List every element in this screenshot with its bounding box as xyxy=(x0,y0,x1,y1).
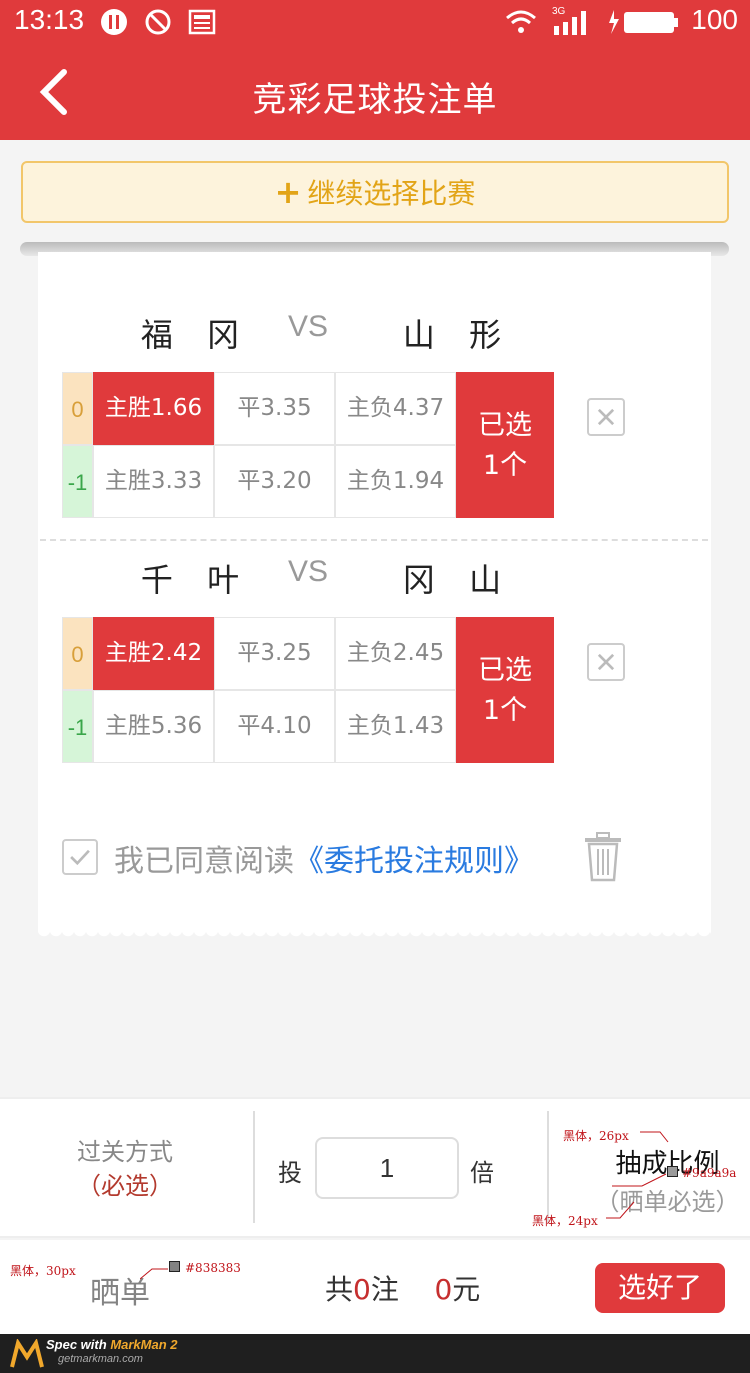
odds-home-win[interactable]: 主胜3.33 xyxy=(93,445,214,518)
continue-select-label: 继续选择比赛 xyxy=(307,177,476,210)
odds-home-lose[interactable]: 主负1.43 xyxy=(335,690,456,763)
markman-label: Spec with MarkMan 2 xyxy=(46,1337,178,1352)
annotation-color-9a9a9a: #9a9a9a xyxy=(682,1166,737,1180)
confirm-button[interactable]: 选好了 xyxy=(595,1263,725,1313)
odds-draw[interactable]: 平3.35 xyxy=(214,372,335,445)
handicap-label: -1 xyxy=(62,445,93,518)
selected-number: 1个 xyxy=(482,450,528,481)
signal-icon xyxy=(554,11,586,35)
odds-draw[interactable]: 平3.25 xyxy=(214,617,335,690)
remove-match-icon[interactable] xyxy=(587,643,625,681)
continue-select-button[interactable]: + 继续选择比赛 xyxy=(21,161,729,223)
color-swatch xyxy=(667,1166,678,1177)
app-header: 13:13 3G 100 竞彩足球投注单 xyxy=(0,0,750,140)
trash-icon[interactable] xyxy=(583,832,623,882)
handicap-label: -1 xyxy=(62,690,93,763)
plus-icon: + xyxy=(274,173,302,211)
status-time: 13:13 xyxy=(14,4,85,35)
battery-icon xyxy=(609,10,678,34)
markman-site: getmarkman.com xyxy=(58,1353,143,1365)
selected-label: 已选 xyxy=(478,655,532,686)
agreement-text: 我已同意阅读《委托投注规则》 xyxy=(114,836,534,880)
total-prefix: 共 xyxy=(325,1273,354,1306)
odds-home-lose[interactable]: 主负2.45 xyxy=(335,617,456,690)
odds-draw[interactable]: 平4.10 xyxy=(214,690,335,763)
status-bar: 13:13 3G 100 xyxy=(0,0,750,46)
selected-count[interactable]: 已选 1个 xyxy=(456,372,554,518)
match-divider xyxy=(40,539,708,541)
agree-checkbox[interactable] xyxy=(62,839,98,875)
panel-divider xyxy=(253,1111,255,1223)
markman-spec: Spec with xyxy=(46,1337,107,1352)
match-1-odds: 0 主胜1.66 平3.35 主负4.37 -1 主胜3.33 平3.20 主负… xyxy=(62,372,554,518)
notification-icon xyxy=(101,9,127,35)
pass-mode-label: 过关方式 xyxy=(77,1138,173,1166)
annotation-font-24: 黑体，24px xyxy=(532,1214,598,1228)
battery-level: 100 xyxy=(691,4,738,35)
amount-value: 0 xyxy=(434,1273,453,1306)
multiplier-input[interactable] xyxy=(315,1137,459,1199)
selected-number: 1个 xyxy=(482,695,528,726)
odds-home-lose[interactable]: 主负1.94 xyxy=(335,445,456,518)
panel-divider xyxy=(547,1111,549,1223)
vs-label: VS xyxy=(288,555,329,588)
multiplier-prefix: 投 xyxy=(278,1159,302,1187)
match-1-title: 福 冈 VS 山 形 xyxy=(38,310,711,360)
odds-home-win[interactable]: 主胜1.66 xyxy=(93,372,214,445)
annotation-font-26: 黑体，26px xyxy=(563,1129,629,1143)
footer-bar: 晒单 共0注 0元 选好了 xyxy=(0,1240,750,1334)
odds-home-lose[interactable]: 主负4.37 xyxy=(335,372,456,445)
bet-unit: 注 xyxy=(370,1273,399,1306)
news-icon xyxy=(188,9,216,35)
ticket-zigzag-edge xyxy=(38,930,711,942)
page-title: 竞彩足球投注单 xyxy=(252,80,498,120)
match-2-title: 千 叶 VS 冈 山 xyxy=(38,555,711,605)
pass-mode-selector[interactable]: 过关方式 （必选） xyxy=(30,1135,220,1203)
remove-match-icon[interactable] xyxy=(587,398,625,436)
bet-options-panel: 过关方式 （必选） 投 倍 抽成比例 （晒单必选） xyxy=(0,1097,750,1238)
away-team: 冈 山 xyxy=(402,561,514,599)
agreement-label: 我已同意阅读 xyxy=(114,844,294,879)
rules-link[interactable]: 《委托投注规则》 xyxy=(294,844,534,879)
block-icon xyxy=(145,9,171,35)
bet-count: 0 xyxy=(353,1273,371,1306)
color-swatch xyxy=(169,1261,180,1272)
away-team: 山 形 xyxy=(402,316,514,354)
odds-home-win[interactable]: 主胜2.42 xyxy=(93,617,214,690)
handicap-label: 0 xyxy=(62,617,93,690)
handicap-label: 0 xyxy=(62,372,93,445)
selected-label: 已选 xyxy=(478,410,532,441)
odds-draw[interactable]: 平3.20 xyxy=(214,445,335,518)
multiplier-suffix: 倍 xyxy=(470,1159,494,1187)
annotation-arrow xyxy=(140,1268,168,1280)
annotation-color-838383: #838383 xyxy=(185,1261,241,1275)
odds-home-win[interactable]: 主胜5.36 xyxy=(93,690,214,763)
annotation-arrow xyxy=(612,1173,667,1187)
match-2-odds: 0 主胜2.42 平3.25 主负2.45 -1 主胜5.36 平4.10 主负… xyxy=(62,617,554,763)
pass-mode-required: （必选） xyxy=(77,1172,173,1200)
home-team: 福 冈 xyxy=(140,316,252,354)
amount-unit: 元 xyxy=(452,1273,481,1306)
vs-label: VS xyxy=(288,310,329,343)
wifi-icon xyxy=(506,10,536,33)
markman-bar: Spec with MarkMan 2 getmarkman.com xyxy=(0,1334,750,1373)
bet-total: 共0注 0元 xyxy=(325,1268,480,1308)
home-team: 千 叶 xyxy=(140,561,252,599)
annotation-arrow xyxy=(606,1201,635,1219)
annotation-arrow xyxy=(640,1131,669,1143)
annotation-font-30: 黑体，30px xyxy=(10,1264,76,1278)
markman-logo-icon xyxy=(10,1339,44,1368)
selected-count[interactable]: 已选 1个 xyxy=(456,617,554,763)
markman-name: MarkMan 2 xyxy=(110,1337,178,1352)
